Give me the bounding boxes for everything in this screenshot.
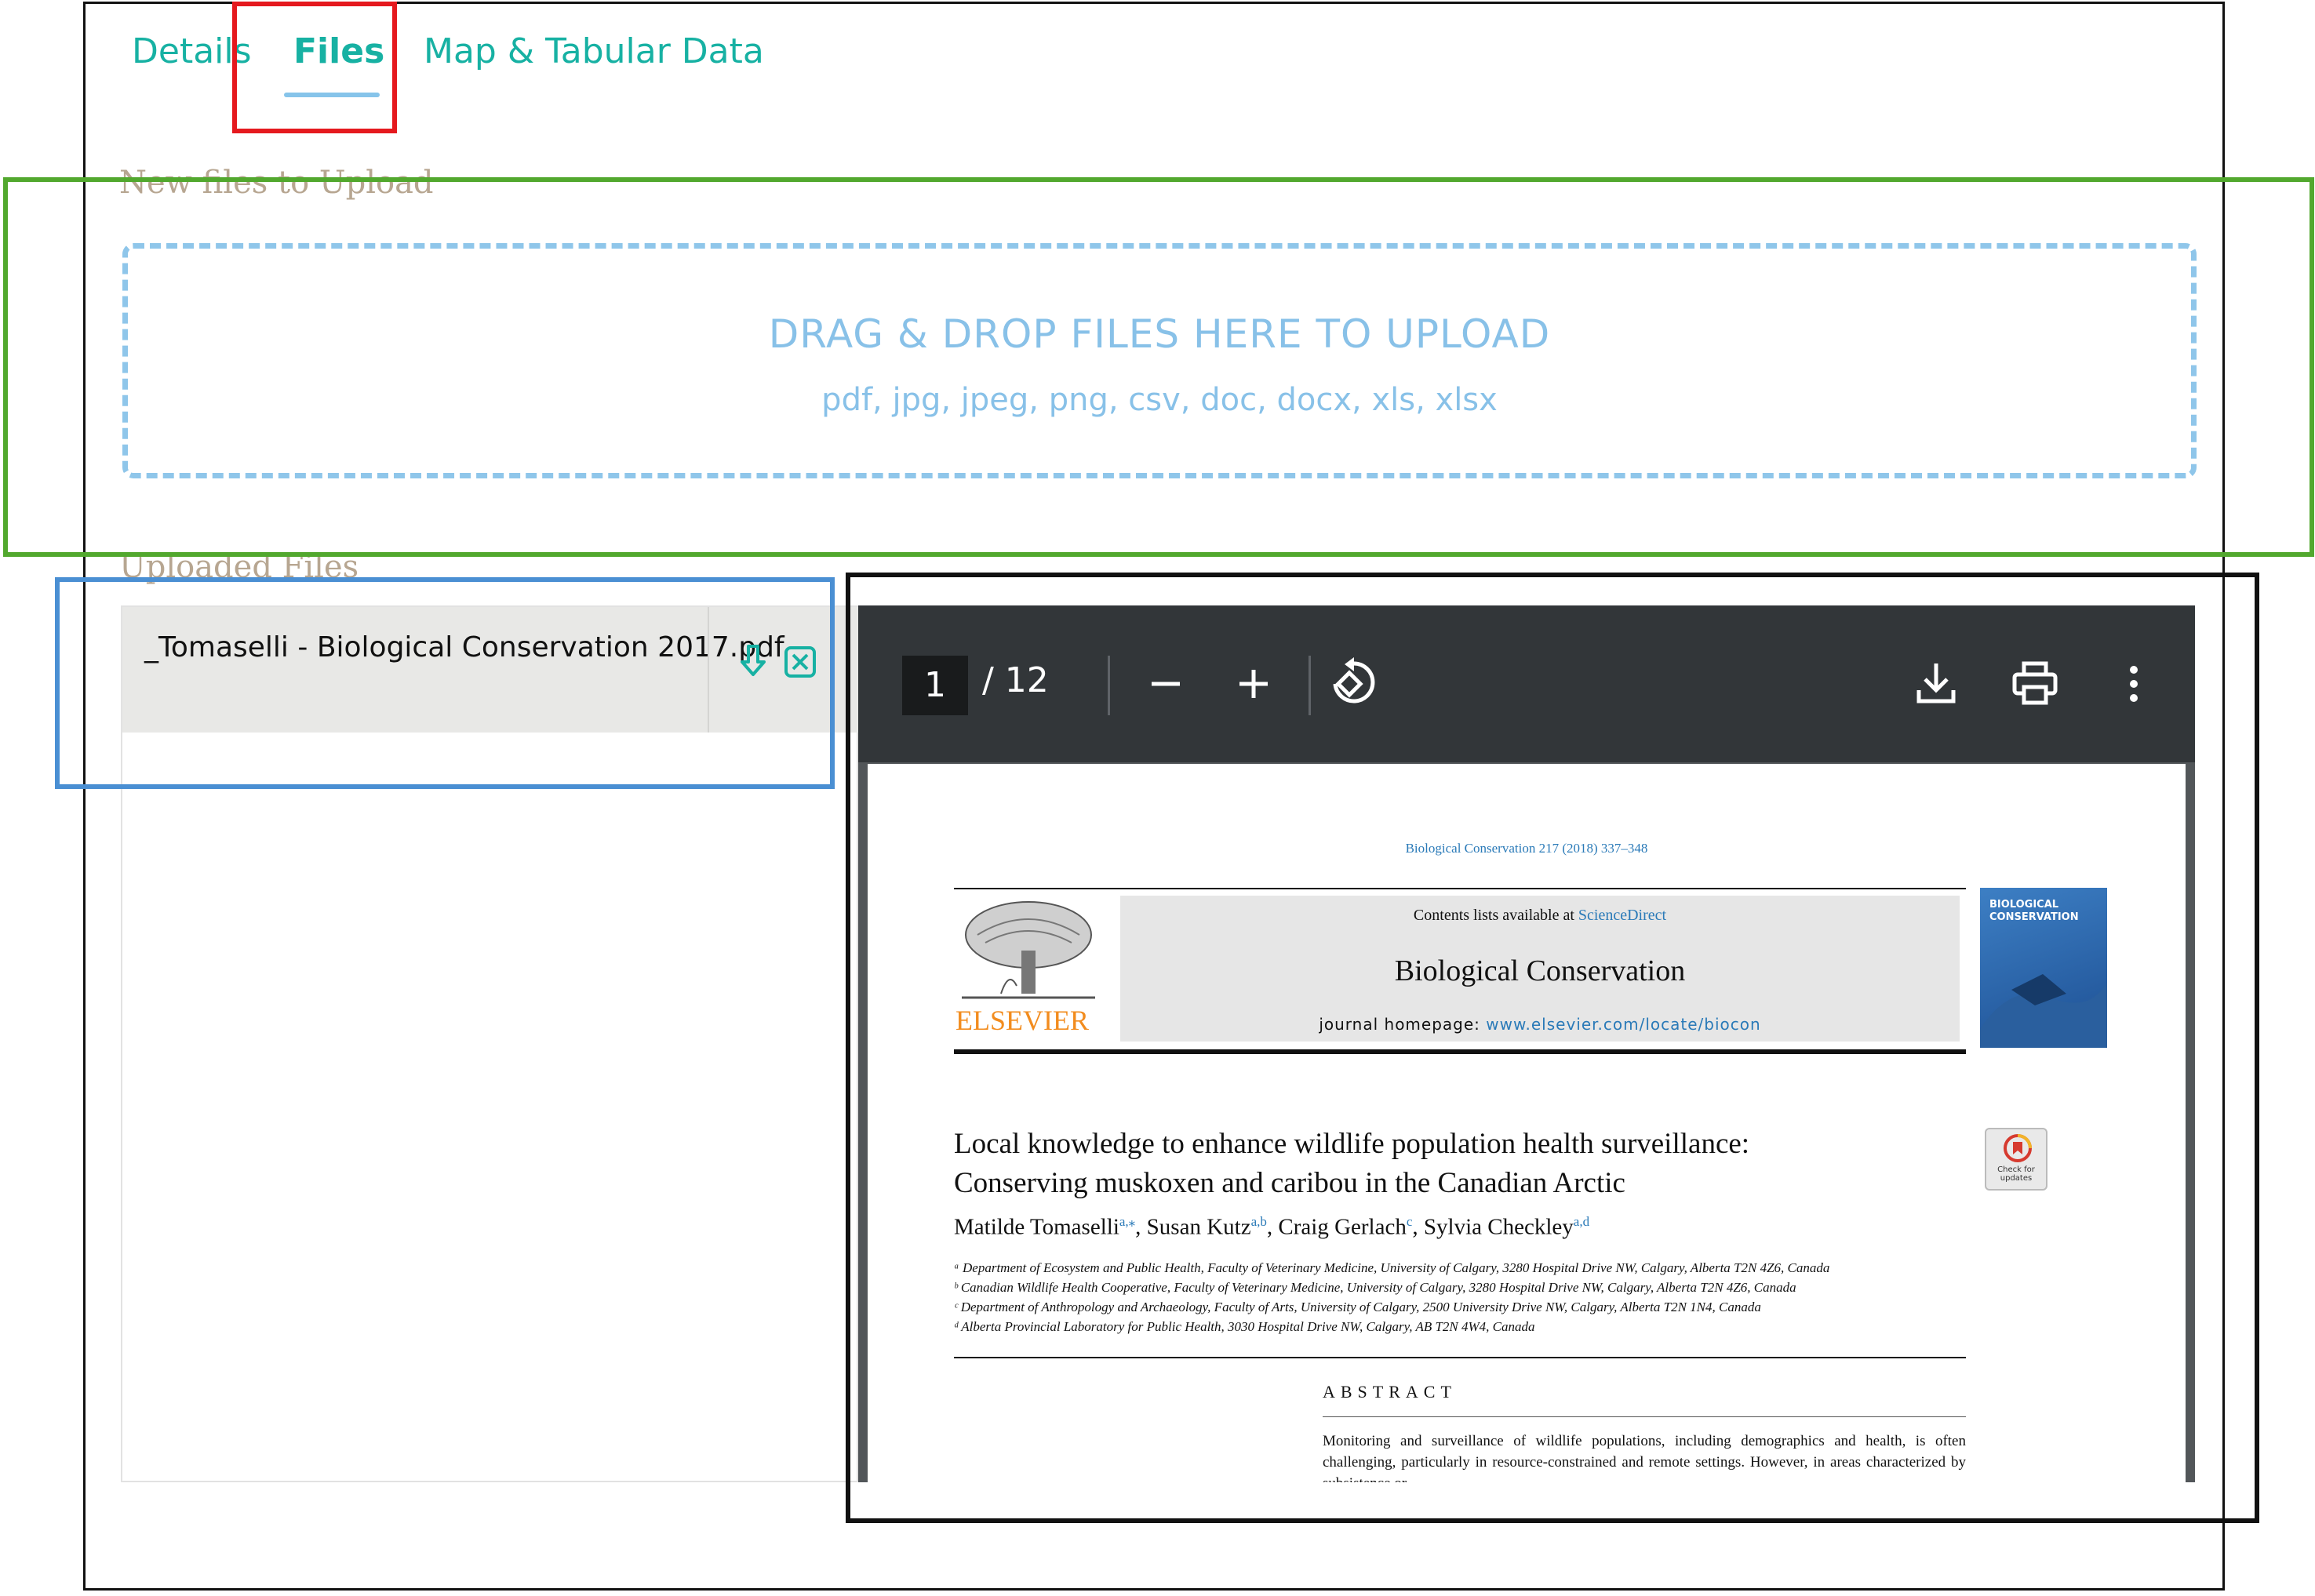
tab-map-tabular-data[interactable]: Map & Tabular Data	[424, 31, 764, 71]
highlight-files-tab	[232, 2, 397, 133]
highlight-pdf-viewer	[846, 573, 2259, 1523]
highlight-uploaded-file	[55, 577, 835, 789]
highlight-upload-area	[3, 177, 2314, 557]
